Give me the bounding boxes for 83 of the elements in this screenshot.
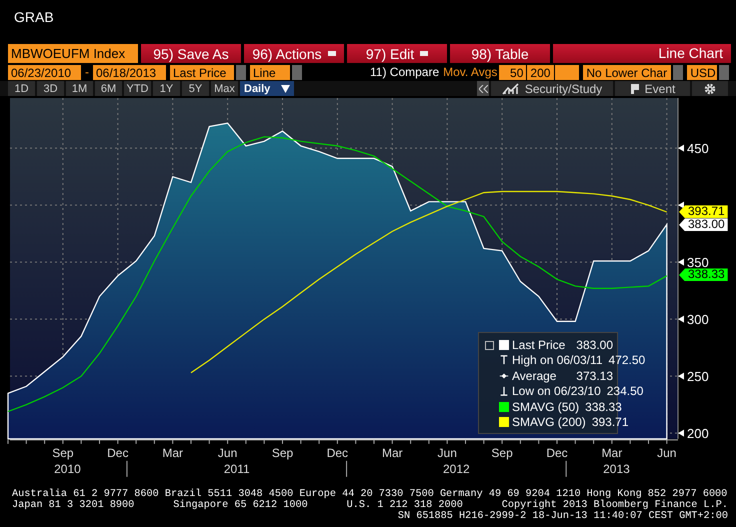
legend-label: High on 06/03/11: [512, 353, 603, 368]
footer-text: Singapore 65 6212 1000: [173, 500, 308, 511]
legend-value: 373.13: [576, 368, 613, 383]
legend-value: 234.50: [606, 384, 644, 398]
flag-icon: [630, 83, 640, 94]
window-title: GRAB: [14, 9, 54, 25]
line-chart-icon: [502, 82, 520, 94]
menu-button[interactable]: 95) Save As: [141, 44, 241, 63]
menu-button[interactable]: 98) Table: [450, 44, 550, 63]
footer-text: Copyright 2013 Bloomberg Finance L.P.: [502, 500, 728, 511]
axis-label: 350: [687, 255, 709, 270]
collapse-button[interactable]: [477, 81, 489, 96]
dropdown-icon: [420, 51, 428, 56]
collapse-icon: [485, 341, 494, 350]
axis-label: Dec: [107, 446, 128, 460]
security-field[interactable]: MBWOEUFM Index: [8, 44, 138, 63]
date-separator: -: [84, 65, 90, 80]
legend-label: Last Price: [512, 338, 566, 352]
frequency-dropdown[interactable]: Daily: [240, 81, 294, 96]
footer-text: Australia 61 2 9777 8600 Brazil 5511 3048 4500 Europe 44 20 7330 7500 Germany 49 69 9204 1210 Hong Kong 852 2977 6000: [12, 489, 728, 500]
price-tag: 393.71: [679, 205, 728, 218]
price-field-dropdown[interactable]: Last Price: [170, 65, 234, 80]
axis-label: Dec: [326, 446, 348, 460]
legend-value: 383.00: [576, 338, 613, 352]
period-tab[interactable]: 5Y: [182, 81, 209, 96]
legend-label: SMAVG (50): [512, 400, 580, 414]
period-tab[interactable]: 1Y: [153, 81, 180, 96]
mov-avg-field[interactable]: 50: [499, 65, 526, 80]
legend-value: 393.71: [592, 415, 629, 430]
footer-text: U.S. 1 212 318 2000: [346, 500, 463, 511]
toolbar-button[interactable]: Security/Study: [491, 81, 613, 96]
legend-label: Low on 06/23/10: [512, 384, 601, 398]
axis-label: 300: [687, 312, 709, 328]
legend-label: Average: [512, 368, 558, 383]
legend-value: 338.33: [585, 400, 622, 414]
axis-label: Mar: [382, 446, 403, 460]
period-tab[interactable]: 6M: [95, 81, 122, 96]
lower-chart-dropdown[interactable]: No Lower Char: [583, 65, 672, 80]
mov-avg-field[interactable]: 200: [527, 65, 554, 80]
price-tag: 338.33: [679, 268, 728, 282]
axis-label: 450: [687, 141, 709, 156]
toolbar-button[interactable]: Event: [615, 81, 690, 96]
footer-text: Japan 81 3 3201 8900: [12, 500, 134, 511]
settings-icon: [704, 82, 716, 94]
axis-label: Sep: [491, 446, 513, 460]
footer-text: SN 651885 H216-2999-2 18-Jun-13 11:40:07 CEST GMT+2:00: [398, 511, 728, 522]
caret-icon: [281, 84, 290, 92]
period-tab[interactable]: 3D: [37, 81, 64, 96]
view-title: Line Chart: [553, 44, 731, 63]
period-tab[interactable]: 1M: [66, 81, 93, 96]
menu-button[interactable]: 96) Actions: [244, 44, 344, 63]
price-tag: 383.00: [679, 218, 728, 232]
mov-avgs-label: Mov. Avgs: [443, 65, 498, 80]
axis-label: 200: [687, 426, 709, 442]
axis-label: Dec: [546, 446, 568, 460]
settings-button[interactable]: [692, 81, 728, 96]
period-tab[interactable]: 1D: [8, 81, 35, 96]
currency-dropdown[interactable]: USD: [687, 65, 718, 80]
dropdown-icon: [328, 51, 336, 56]
year-label: 2011: [224, 462, 250, 476]
mov-avg-field[interactable]: [555, 65, 580, 80]
start-date-field[interactable]: 06/23/2010: [8, 65, 81, 80]
axis-label: 250: [687, 369, 709, 384]
period-tab[interactable]: YTD: [124, 81, 151, 96]
legend-label: SMAVG (200): [512, 415, 586, 430]
axis-label: Mar: [602, 446, 622, 460]
axis-label: Sep: [52, 446, 74, 460]
chart-style-dropdown[interactable]: Line: [250, 65, 290, 80]
high-marker-icon: [499, 354, 509, 366]
period-tab[interactable]: Max: [211, 81, 238, 96]
year-label: 2012: [443, 462, 470, 476]
low-marker-icon: [499, 385, 509, 398]
axis-label: Sep: [272, 446, 294, 460]
axis-label: Jun: [657, 446, 676, 460]
legend-value: 472.50: [608, 353, 646, 368]
year-label: 2013: [603, 462, 630, 476]
axis-label: Jun: [438, 446, 457, 460]
year-label: 2010: [54, 462, 81, 476]
end-date-field[interactable]: 06/18/2013: [93, 65, 166, 80]
axis-label: Jun: [218, 446, 238, 460]
compare-label[interactable]: 11) Compare: [370, 65, 440, 80]
axis-label: Mar: [162, 446, 184, 460]
menu-button[interactable]: 97) Edit: [347, 44, 447, 63]
